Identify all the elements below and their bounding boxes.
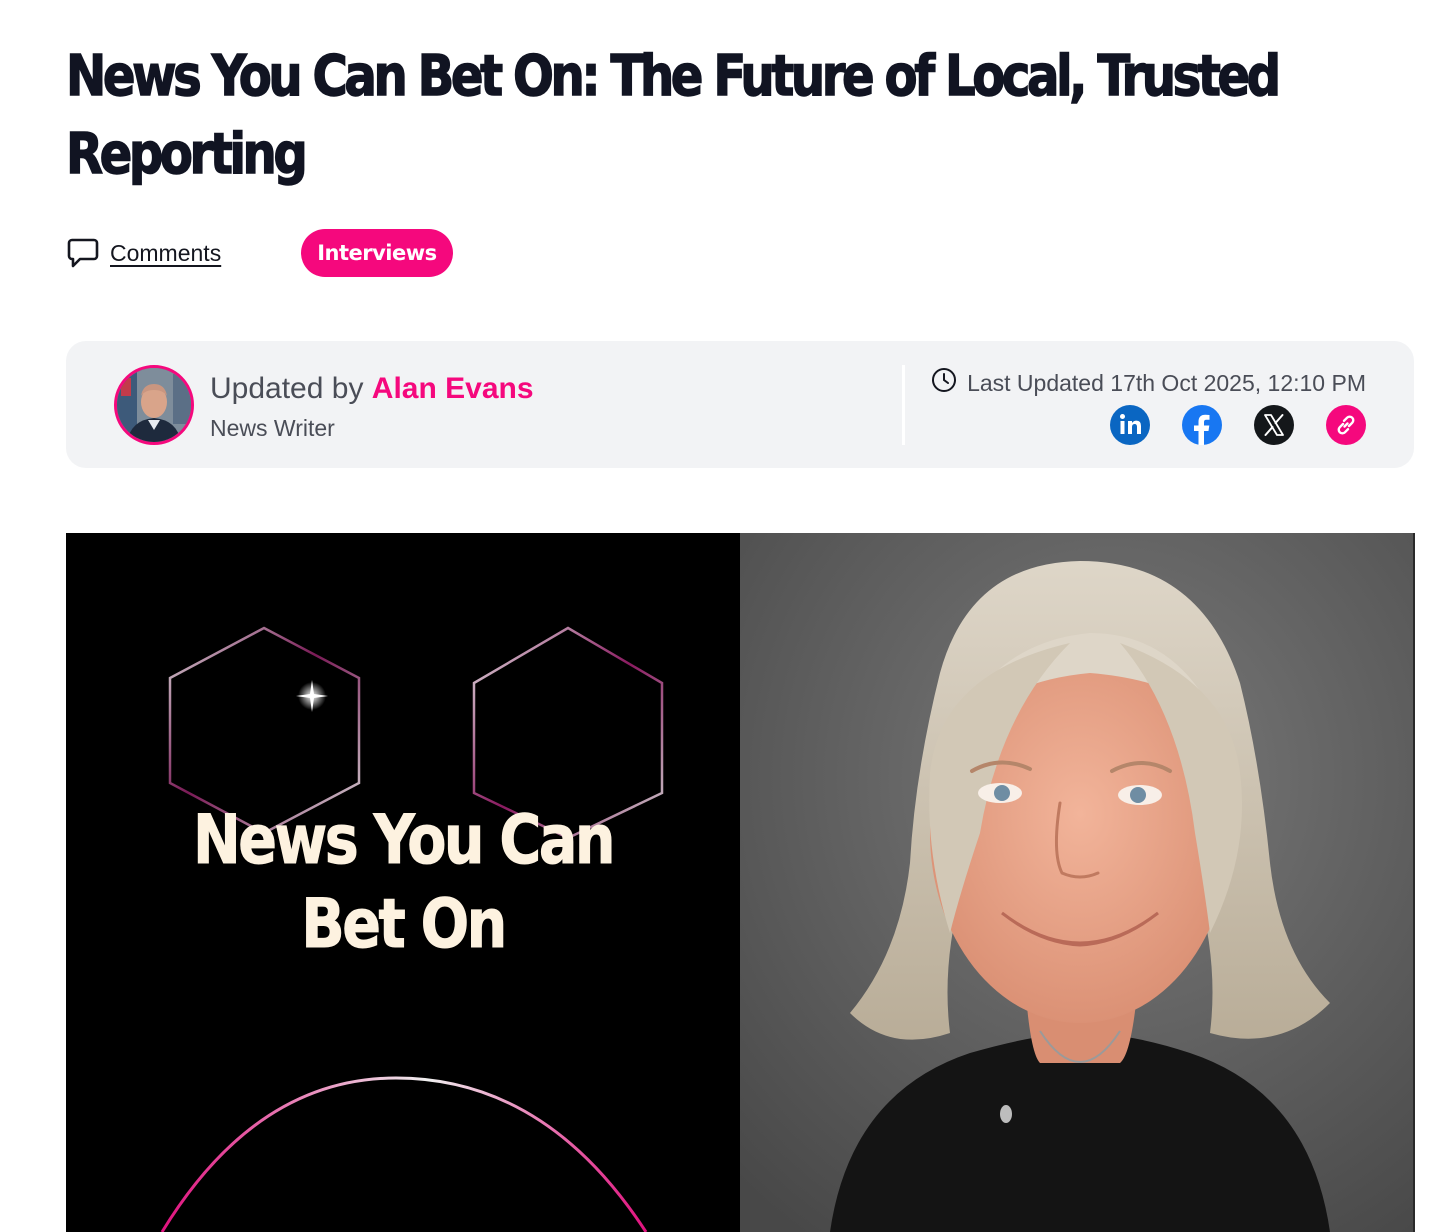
podcast-title-line-1: News You Can: [193, 801, 616, 881]
hero-image: News You Can Bet On: [66, 533, 1415, 1232]
comments-label: Comments: [110, 239, 222, 266]
article-meta-row: Comments Interviews: [66, 229, 453, 277]
byline-card: Updated by Alan Evans News Writer Last U…: [66, 341, 1414, 468]
updated-by-prefix: Updated by: [210, 372, 372, 405]
linkedin-icon[interactable]: [1110, 405, 1150, 445]
comments-link[interactable]: Comments: [66, 236, 221, 270]
updated-by-line: Updated by Alan Evans: [210, 371, 534, 407]
last-updated-text: Last Updated 17th Oct 2025, 12:10 PM: [967, 369, 1366, 396]
author-role: News Writer: [210, 415, 335, 441]
author-name-link[interactable]: Alan Evans: [372, 372, 534, 405]
article-headline: News You Can Bet On: The Future of Local…: [65, 43, 1281, 187]
facebook-icon[interactable]: [1182, 405, 1222, 445]
share-icons: [1110, 405, 1366, 445]
link-icon[interactable]: [1326, 405, 1366, 445]
podcast-title-text: News You Can Bet On: [120, 799, 686, 967]
x-icon[interactable]: [1254, 405, 1294, 445]
category-tag-interviews[interactable]: Interviews: [301, 229, 453, 277]
article-header: News You Can Bet On: The Future of Local…: [65, 38, 1396, 194]
clock-icon: [931, 367, 957, 399]
byline-divider: [902, 365, 905, 445]
podcast-title-line-2: Bet On: [301, 885, 508, 965]
hero-portrait-photo: [740, 533, 1415, 1232]
hero-podcast-artwork: News You Can Bet On: [66, 533, 740, 1232]
author-block: Updated by Alan Evans News Writer: [210, 371, 534, 442]
author-avatar[interactable]: [114, 365, 194, 445]
last-updated: Last Updated 17th Oct 2025, 12:10 PM: [931, 367, 1366, 399]
speech-bubble-icon: [66, 236, 100, 270]
